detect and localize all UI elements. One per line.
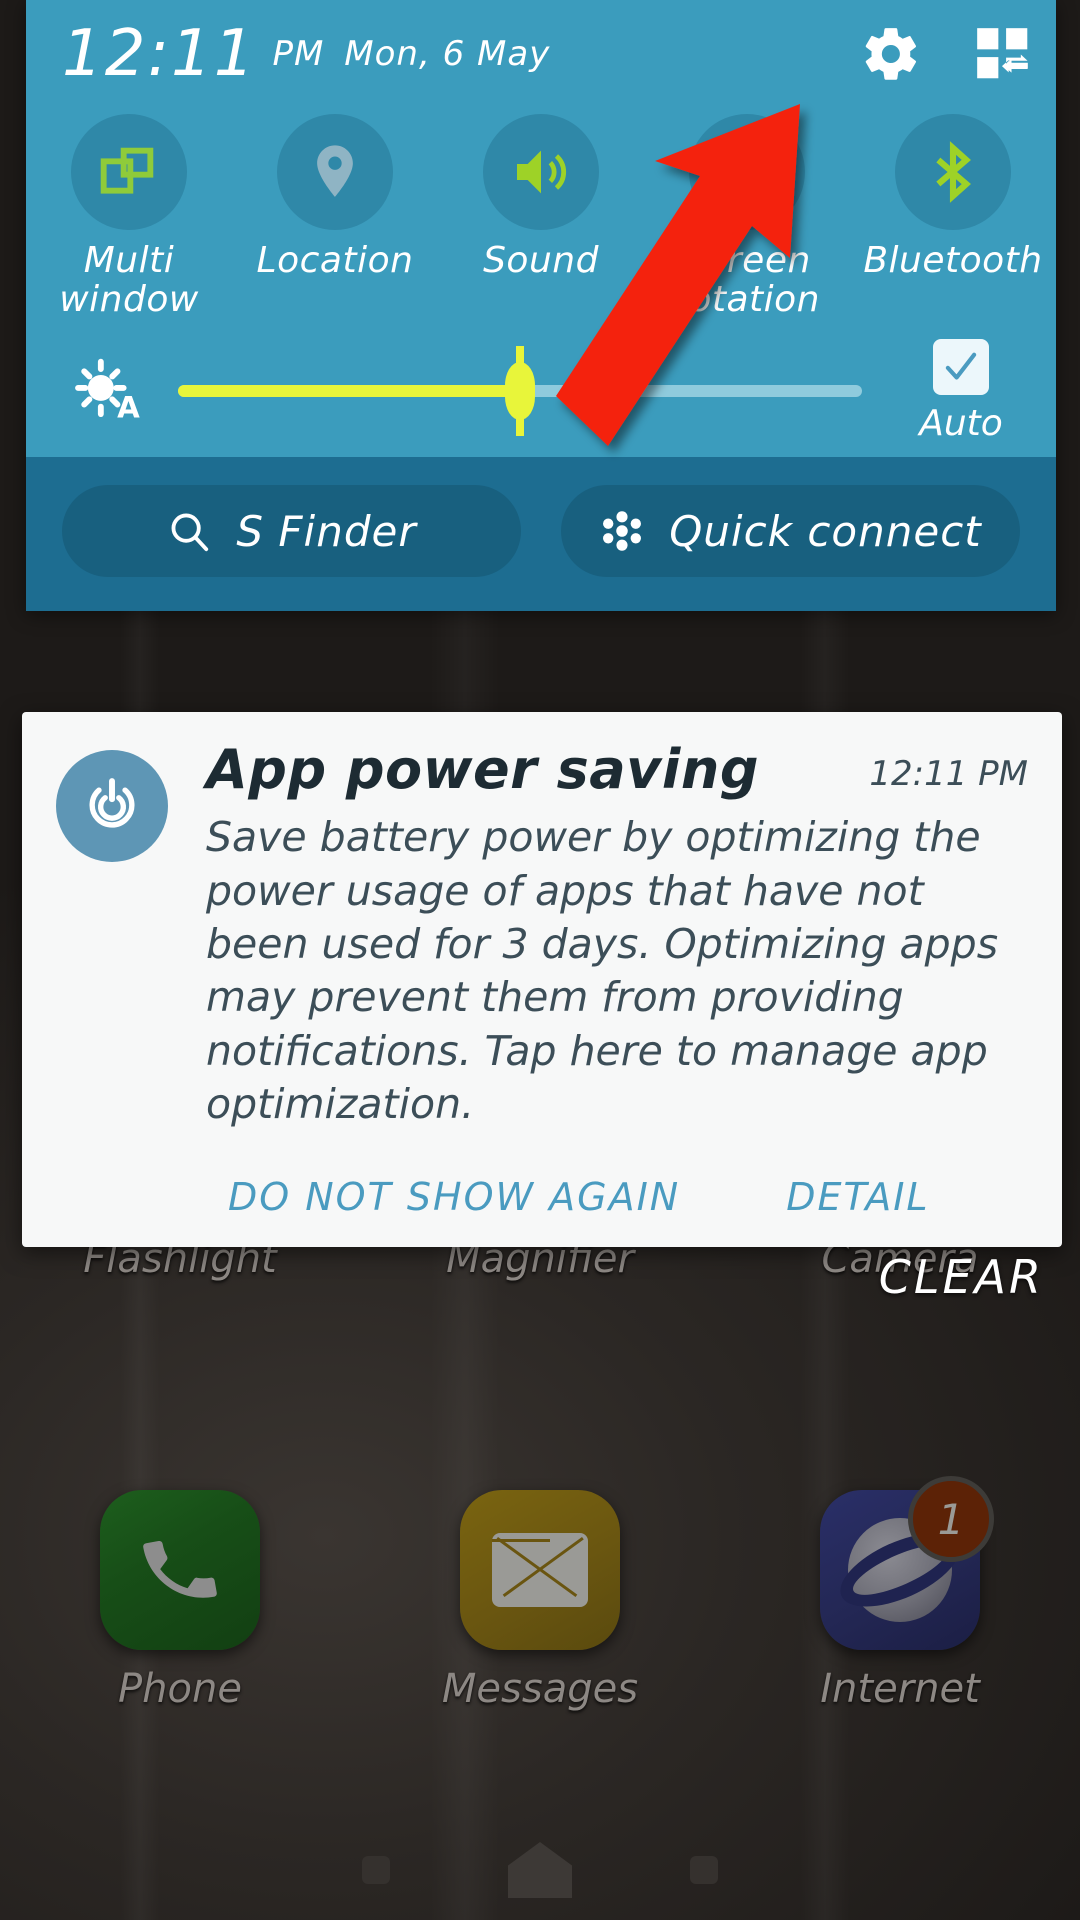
home-app-label: Phone [118,1666,242,1712]
home-app-internet[interactable]: 1 Internet [750,1476,1050,1712]
internet-unread-badge: 1 [908,1476,994,1562]
bluetooth-icon [936,141,971,203]
status-bar: 12:11 PM Mon, 6 May [26,0,1056,108]
clear-notifications-button[interactable]: CLEAR [879,1250,1044,1304]
home-app-phone[interactable]: Phone [30,1490,330,1712]
screen-rotation-icon [723,148,772,195]
power-icon [89,778,135,828]
toggle-circle[interactable] [483,114,599,230]
quick-connect-icon [603,511,642,551]
quick-connect-button[interactable]: Quick connect [561,485,1020,578]
location-pin-icon [317,145,353,197]
brightness-auto-icon: A [75,358,140,425]
power-saving-icon [56,750,168,862]
checkbox-box[interactable] [933,338,989,395]
sound-speaker-icon [517,150,567,194]
toggle-sound[interactable]: Sound [438,114,644,319]
back-button[interactable] [690,1856,718,1884]
recents-button[interactable] [362,1856,390,1884]
internet-app-icon[interactable]: 1 [820,1476,994,1650]
clock-date: Mon, 6 May [344,34,551,74]
check-icon [945,352,977,380]
toggle-location[interactable]: Location [232,114,438,319]
envelope-icon [492,1533,588,1607]
toggle-label: Location [256,240,414,281]
toggle-screen-rotation[interactable]: Screen rotation [644,114,850,319]
home-app-messages[interactable]: Messages [390,1490,690,1712]
slider-thumb[interactable] [505,362,535,421]
phone-screen: Flashlight Magnifier Camera Phone Messag… [0,0,1080,1920]
home-app-label: Messages [441,1666,639,1712]
gear-icon[interactable] [860,23,922,85]
toggle-circle[interactable] [895,114,1011,230]
s-finder-button[interactable]: S Finder [62,485,521,578]
auto-label: Auto [919,402,1003,444]
quick-settings-edit-icon[interactable] [972,23,1034,85]
brightness-row: A Auto [26,325,1056,457]
messages-app-icon[interactable] [460,1490,620,1650]
clock-ampm: PM [272,34,325,74]
clock-time: 12:11 [62,17,257,91]
handset-icon [143,1540,217,1598]
toggle-bluetooth[interactable]: Bluetooth [850,114,1056,319]
navigation-bar [0,1820,1080,1920]
notification-time: 12:11 PM [869,754,1028,794]
toggle-label: Screen rotation [674,240,820,320]
phone-app-icon[interactable] [100,1490,260,1650]
do-not-show-again-button[interactable]: DO NOT SHOW AGAIN [228,1175,680,1219]
auto-brightness-checkbox[interactable]: Auto [896,338,1026,444]
quick-connect-label: Quick connect [669,506,982,556]
toggle-label: Sound [483,240,599,281]
s-finder-label: S Finder [236,506,417,556]
shortcut-strip: S Finder Quick connect [26,457,1056,612]
home-app-row-2: Phone Messages 1 Internet [0,1476,1080,1712]
svg-text:A: A [117,391,140,425]
home-button[interactable] [508,1842,572,1898]
detail-button[interactable]: DETAIL [786,1175,929,1219]
toggle-circle[interactable] [277,114,393,230]
notification-actions: DO NOT SHOW AGAIN DETAIL [206,1175,1028,1229]
notification-icon-column [56,740,192,1229]
toggle-multi-window[interactable]: Multi window [26,114,232,319]
multi-window-icon [100,147,154,194]
brightness-slider[interactable] [178,361,862,421]
notification-title: App power saving [206,738,759,801]
notification-card[interactable]: App power saving 12:11 PM Save battery p… [22,712,1062,1248]
toggle-circle[interactable] [71,114,187,230]
notification-body-text: Save battery power by optimizing the pow… [206,813,999,1128]
toggle-circle[interactable] [689,114,805,230]
search-icon [171,513,209,552]
quick-toggle-row: Multi window Location Sound Screen rotat… [26,108,1056,325]
toggle-label: Multi window [59,240,199,320]
quick-settings-panel: 12:11 PM Mon, 6 May Multi window Locatio… [26,0,1056,612]
slider-fill [178,385,520,398]
home-app-label: Internet [820,1666,980,1712]
toggle-label: Bluetooth [863,240,1043,281]
